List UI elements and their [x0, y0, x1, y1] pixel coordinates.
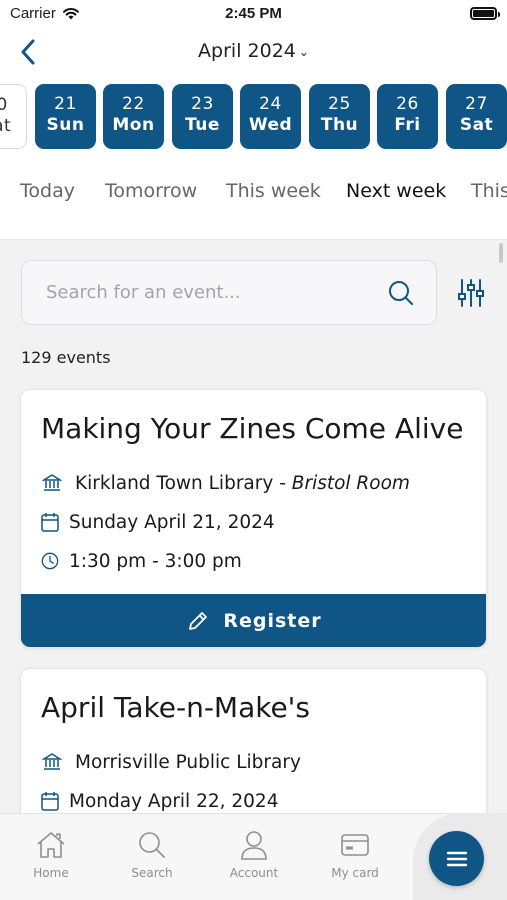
- date-day: 23: [191, 94, 214, 114]
- search-icon[interactable]: [388, 280, 414, 306]
- event-time-row: 1:30 pm - 3:00 pm: [41, 550, 242, 572]
- date-day: 22: [122, 94, 145, 114]
- date-weekday: Fri: [394, 115, 421, 135]
- event-time: 1:30 pm - 3:00 pm: [69, 550, 242, 572]
- date-day: 24: [259, 94, 282, 114]
- tab-search-label: Search: [131, 866, 173, 880]
- date-chip[interactable]: 21 Sun: [35, 84, 96, 149]
- register-button[interactable]: Register: [21, 594, 486, 647]
- event-location: Kirkland Town Library: [75, 472, 274, 494]
- month-selector[interactable]: April 2024 ⌄: [0, 40, 507, 62]
- event-room: Bristol Room: [291, 472, 410, 494]
- month-label: April 2024: [198, 40, 296, 62]
- tab-my-card[interactable]: My card: [315, 830, 395, 880]
- account-icon: [214, 830, 294, 860]
- date-chip[interactable]: 23 Tue: [172, 84, 233, 149]
- menu-button[interactable]: [429, 831, 484, 886]
- library-icon: [41, 751, 63, 773]
- date-day: 20: [0, 95, 8, 115]
- date-day: 21: [54, 94, 77, 114]
- sliders-icon: [458, 279, 484, 307]
- home-icon: [11, 830, 91, 860]
- event-date: Monday April 22, 2024: [69, 790, 279, 812]
- tab-my-card-label: My card: [331, 866, 379, 880]
- filter-button[interactable]: [457, 278, 485, 308]
- status-time: 2:45 PM: [225, 5, 282, 22]
- date-day: 25: [328, 94, 351, 114]
- search-icon: [112, 830, 192, 860]
- date-chip[interactable]: 24 Wed: [240, 84, 301, 149]
- range-tab-tomorrow[interactable]: Tomorrow: [105, 180, 197, 202]
- date-day: 27: [465, 94, 488, 114]
- battery-icon: [470, 7, 500, 20]
- scroll-indicator[interactable]: [499, 243, 503, 263]
- event-location-row: Kirkland Town Library - Bristol Room: [41, 472, 410, 494]
- date-day: 26: [396, 94, 419, 114]
- clock-icon: [41, 550, 59, 572]
- status-bar: Carrier 2:45 PM: [0, 0, 507, 30]
- date-weekday: Tue: [185, 115, 220, 135]
- range-tab-this-week[interactable]: This week: [226, 180, 321, 202]
- menu-icon: [446, 851, 467, 866]
- event-date: Sunday April 21, 2024: [69, 511, 275, 533]
- date-weekday: Mon: [112, 115, 155, 135]
- event-date-row: Sunday April 21, 2024: [41, 511, 275, 533]
- date-weekday: Sat: [459, 115, 494, 135]
- event-location: Morrisville Public Library: [75, 751, 301, 773]
- range-tab-today[interactable]: Today: [20, 180, 75, 202]
- tab-home-label: Home: [33, 866, 69, 880]
- calendar-icon: [41, 790, 59, 812]
- range-tab-this-month[interactable]: This: [471, 180, 507, 202]
- tab-home[interactable]: Home: [11, 830, 91, 880]
- date-weekday: Thu: [320, 115, 359, 135]
- tab-account[interactable]: Account: [214, 830, 294, 880]
- event-card[interactable]: Making Your Zines Come Alive Kirkland To…: [20, 389, 487, 648]
- tab-search[interactable]: Search: [112, 830, 192, 880]
- library-icon: [41, 472, 63, 494]
- event-count: 129 events: [21, 348, 111, 367]
- date-chip[interactable]: 20 Sat: [0, 84, 27, 149]
- event-location-row: Morrisville Public Library: [41, 751, 301, 773]
- calendar-icon: [41, 511, 59, 533]
- date-weekday: Sat: [0, 116, 12, 136]
- search-input[interactable]: [22, 261, 372, 324]
- calendar-header: April 2024⌄ 20 Sat 21 Sun 22 Mon 23 Tue …: [0, 30, 507, 240]
- date-strip: 20 Sat 21 Sun 22 Mon 23 Tue 24 Wed 25 Th…: [0, 84, 507, 150]
- pencil-icon: [187, 610, 209, 632]
- date-chip[interactable]: 26 Fri: [377, 84, 438, 149]
- event-date-row: Monday April 22, 2024: [41, 790, 278, 812]
- date-chip[interactable]: 25 Thu: [309, 84, 370, 149]
- event-title: April Take-n-Make's: [41, 691, 310, 724]
- search-box: [21, 260, 437, 325]
- chevron-down-icon: ⌄: [298, 44, 309, 59]
- register-label: Register: [223, 609, 322, 632]
- date-weekday: Sun: [46, 115, 85, 135]
- event-title: Making Your Zines Come Alive: [41, 412, 464, 445]
- date-weekday: Wed: [248, 115, 293, 135]
- tab-account-label: Account: [229, 866, 279, 880]
- range-tab-next-week[interactable]: Next week: [346, 180, 446, 202]
- event-location-separator: -: [273, 472, 292, 494]
- date-chip[interactable]: 27 Sat: [446, 84, 507, 149]
- date-chip[interactable]: 22 Mon: [103, 84, 164, 149]
- card-icon: [315, 830, 395, 860]
